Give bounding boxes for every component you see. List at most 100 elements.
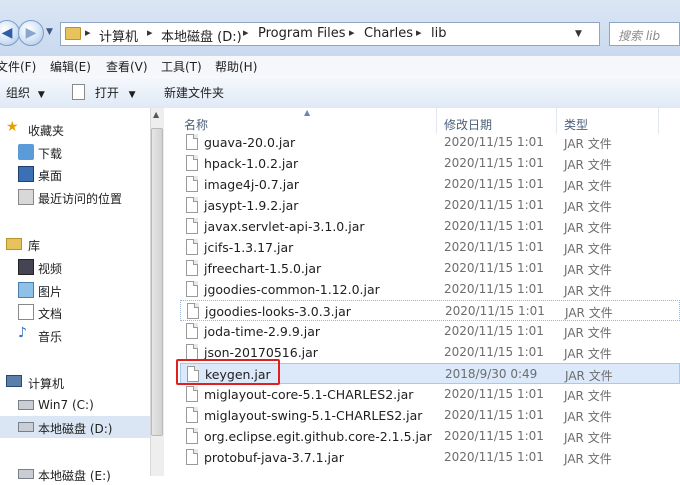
breadcrumb-charles[interactable]: Charles xyxy=(364,26,413,41)
file-name: jcifs-1.3.17.jar xyxy=(204,240,294,255)
breadcrumb-separator-icon[interactable]: ▸ xyxy=(416,26,422,39)
nav-computer[interactable]: 计算机 xyxy=(0,371,150,393)
open-label: 打开 xyxy=(94,86,119,100)
breadcrumb-program-files[interactable]: Program Files xyxy=(258,26,346,41)
file-row[interactable]: guava-20.0.jar 2020/11/15 1:01 JAR 文件 xyxy=(180,132,680,153)
jar-file-icon xyxy=(186,428,198,444)
menu-file[interactable]: 文件(F) xyxy=(0,58,36,75)
file-type: JAR 文件 xyxy=(564,431,612,445)
drive-icon xyxy=(18,469,34,479)
annotation-highlight-box xyxy=(176,359,280,385)
file-type: JAR 文件 xyxy=(564,389,612,403)
back-arrow-icon: ◀ xyxy=(1,25,13,41)
library-icon xyxy=(6,238,22,250)
file-type: JAR 文件 xyxy=(564,284,612,298)
star-icon: ★ xyxy=(6,119,19,135)
nav-downloads[interactable]: 下载 xyxy=(0,141,150,163)
file-name: jfreechart-1.5.0.jar xyxy=(204,261,322,276)
menu-help[interactable]: 帮助(H) xyxy=(215,58,257,75)
jar-file-icon xyxy=(186,218,198,234)
file-type: JAR 文件 xyxy=(565,369,613,383)
search-input[interactable]: 搜索 lib xyxy=(609,22,680,46)
breadcrumb-separator-icon[interactable]: ▸ xyxy=(85,26,91,39)
nav-libraries[interactable]: 库 xyxy=(0,233,150,255)
file-row[interactable]: image4j-0.7.jar 2020/11/15 1:01 JAR 文件 xyxy=(180,174,680,195)
menu-tools[interactable]: 工具(T) xyxy=(161,58,202,75)
refresh-button[interactable] xyxy=(601,22,609,46)
nav-videos[interactable]: 视频 xyxy=(0,256,150,278)
nav-music[interactable]: ♪ 音乐 xyxy=(0,324,150,346)
jar-file-icon xyxy=(186,344,198,360)
file-list: ▲ 名称 修改日期 类型 guava-20.0.jar 2020/11/15 1… xyxy=(164,108,680,476)
forward-arrow-icon: ▶ xyxy=(25,25,37,41)
file-type: JAR 文件 xyxy=(564,179,612,193)
folder-icon xyxy=(65,27,81,40)
nav-drive-d[interactable]: 本地磁盘 (D:) xyxy=(0,416,150,438)
file-row[interactable]: org.eclipse.egit.github.core-2.1.5.jar 2… xyxy=(180,426,680,447)
file-type: JAR 文件 xyxy=(564,158,612,172)
file-date: 2020/11/15 1:01 xyxy=(444,324,544,338)
column-header-name[interactable]: 名称 xyxy=(184,116,208,133)
computer-icon xyxy=(6,375,22,387)
breadcrumb-drive-d[interactable]: 本地磁盘 (D:) xyxy=(161,26,242,45)
nav-pictures[interactable]: 图片 xyxy=(0,279,150,301)
file-date: 2020/11/15 1:01 xyxy=(445,304,545,318)
recent-pages-chevron-icon[interactable]: ▼ xyxy=(46,27,53,37)
breadcrumb-separator-icon[interactable]: ▸ xyxy=(243,26,249,39)
address-dropdown-icon[interactable]: ▼ xyxy=(575,29,582,39)
column-divider[interactable] xyxy=(436,108,437,134)
file-row[interactable]: javax.servlet-api-3.1.0.jar 2020/11/15 1… xyxy=(180,216,680,237)
nav-favorites[interactable]: ★ 收藏夹 xyxy=(0,118,150,140)
breadcrumb-separator-icon[interactable]: ▸ xyxy=(147,26,153,39)
file-name: image4j-0.7.jar xyxy=(204,177,299,192)
file-date: 2018/9/30 0:49 xyxy=(445,367,538,381)
nav-recent-places[interactable]: 最近访问的位置 xyxy=(0,186,150,208)
file-name: javax.servlet-api-3.1.0.jar xyxy=(204,219,365,234)
file-row-focused[interactable]: jgoodies-looks-3.0.3.jar 2020/11/15 1:01… xyxy=(180,300,680,321)
column-header-type[interactable]: 类型 xyxy=(564,116,588,133)
file-row[interactable]: protobuf-java-3.7.1.jar 2020/11/15 1:01 … xyxy=(180,447,680,468)
file-type: JAR 文件 xyxy=(564,137,612,151)
menu-edit[interactable]: 编辑(E) xyxy=(50,58,91,75)
file-date: 2020/11/15 1:01 xyxy=(444,156,544,170)
breadcrumb-lib[interactable]: lib xyxy=(431,26,446,41)
breadcrumb-computer[interactable]: 计算机 xyxy=(99,26,138,45)
file-row[interactable]: hpack-1.0.2.jar 2020/11/15 1:01 JAR 文件 xyxy=(180,153,680,174)
organize-button[interactable]: 组织 ▼ xyxy=(6,84,45,101)
downloads-icon xyxy=(18,144,34,160)
nav-documents[interactable]: 文档 xyxy=(0,301,150,323)
file-row[interactable]: joda-time-2.9.9.jar 2020/11/15 1:01 JAR … xyxy=(180,321,680,342)
address-box[interactable]: ▸ 计算机 ▸ 本地磁盘 (D:) ▸ Program Files ▸ Char… xyxy=(60,22,600,46)
nav-desktop[interactable]: 桌面 xyxy=(0,163,150,185)
nav-scrollbar-thumb[interactable] xyxy=(151,128,163,436)
file-row[interactable]: jgoodies-common-1.12.0.jar 2020/11/15 1:… xyxy=(180,279,680,300)
organize-label: 组织 xyxy=(6,86,31,100)
jar-file-icon xyxy=(186,323,198,339)
nav-drive-c[interactable]: Win7 (C:) xyxy=(0,394,150,416)
column-header-date[interactable]: 修改日期 xyxy=(444,116,492,133)
column-divider[interactable] xyxy=(658,108,659,134)
file-name: joda-time-2.9.9.jar xyxy=(204,324,321,339)
file-name: protobuf-java-3.7.1.jar xyxy=(204,450,344,465)
jar-file-icon xyxy=(186,449,198,465)
file-date: 2020/11/15 1:01 xyxy=(444,282,544,296)
back-button[interactable]: ◀ xyxy=(0,20,20,46)
file-row[interactable]: miglayout-core-5.1-CHARLES2.jar 2020/11/… xyxy=(180,384,680,405)
drive-icon xyxy=(18,422,34,432)
file-row[interactable]: miglayout-swing-5.1-CHARLES2.jar 2020/11… xyxy=(180,405,680,426)
file-row[interactable]: jcifs-1.3.17.jar 2020/11/15 1:01 JAR 文件 xyxy=(180,237,680,258)
file-row[interactable]: jasypt-1.9.2.jar 2020/11/15 1:01 JAR 文件 xyxy=(180,195,680,216)
scroll-up-arrow-icon[interactable]: ▲ xyxy=(153,110,159,119)
breadcrumb-separator-icon[interactable]: ▸ xyxy=(349,26,355,39)
sort-ascending-icon: ▲ xyxy=(304,108,311,117)
file-type: JAR 文件 xyxy=(564,200,612,214)
menu-view[interactable]: 查看(V) xyxy=(106,58,148,75)
file-type: JAR 文件 xyxy=(564,263,612,277)
video-icon xyxy=(18,259,34,275)
new-folder-button[interactable]: 新建文件夹 xyxy=(164,84,224,101)
open-button[interactable]: 打开 ▼ xyxy=(72,84,136,101)
nav-drive-e[interactable]: 本地磁盘 (E:) xyxy=(0,463,150,485)
column-divider[interactable] xyxy=(556,108,557,134)
file-row[interactable]: jfreechart-1.5.0.jar 2020/11/15 1:01 JAR… xyxy=(180,258,680,279)
forward-button[interactable]: ▶ xyxy=(18,20,44,46)
